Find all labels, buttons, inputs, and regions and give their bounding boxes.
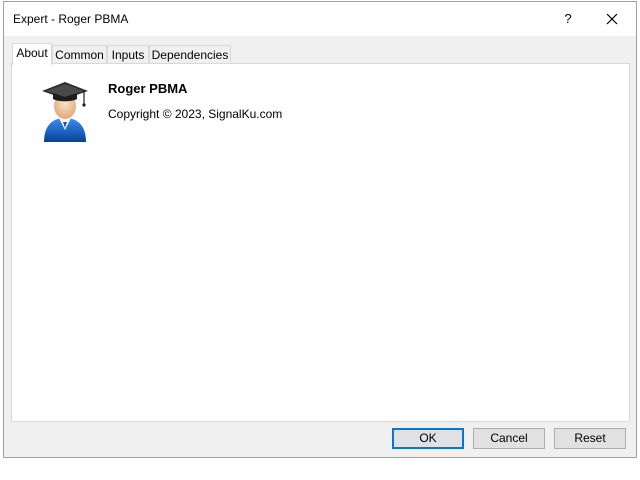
tab-dependencies-label: Dependencies: [151, 48, 229, 62]
tab-common[interactable]: Common: [52, 45, 107, 64]
tab-about[interactable]: About: [12, 43, 52, 65]
tab-inputs[interactable]: Inputs: [107, 45, 149, 64]
expert-dialog: Expert - Roger PBMA ? About Common Input…: [3, 1, 637, 458]
tab-common-label: Common: [55, 48, 104, 62]
cancel-button[interactable]: Cancel: [473, 428, 545, 449]
title-bar[interactable]: Expert - Roger PBMA ?: [4, 2, 636, 36]
tab-inputs-label: Inputs: [111, 48, 145, 62]
close-button[interactable]: [600, 8, 624, 30]
window-title: Expert - Roger PBMA: [13, 12, 129, 26]
about-panel: Roger PBMA Copyright © 2023, SignalKu.co…: [11, 63, 630, 422]
cancel-label: Cancel: [490, 431, 528, 445]
tab-about-label: About: [16, 46, 48, 60]
help-button[interactable]: ?: [556, 8, 580, 30]
tab-dependencies[interactable]: Dependencies: [149, 45, 231, 64]
ok-label: OK: [419, 431, 437, 445]
close-icon: [606, 13, 618, 25]
expert-name: Roger PBMA: [108, 81, 188, 96]
copyright-text: Copyright © 2023, SignalKu.com: [108, 107, 283, 121]
graduate-avatar-icon: [42, 82, 88, 142]
help-label: ?: [564, 11, 572, 26]
reset-button[interactable]: Reset: [554, 428, 626, 449]
ok-button[interactable]: OK: [392, 428, 464, 449]
reset-label: Reset: [574, 431, 606, 445]
